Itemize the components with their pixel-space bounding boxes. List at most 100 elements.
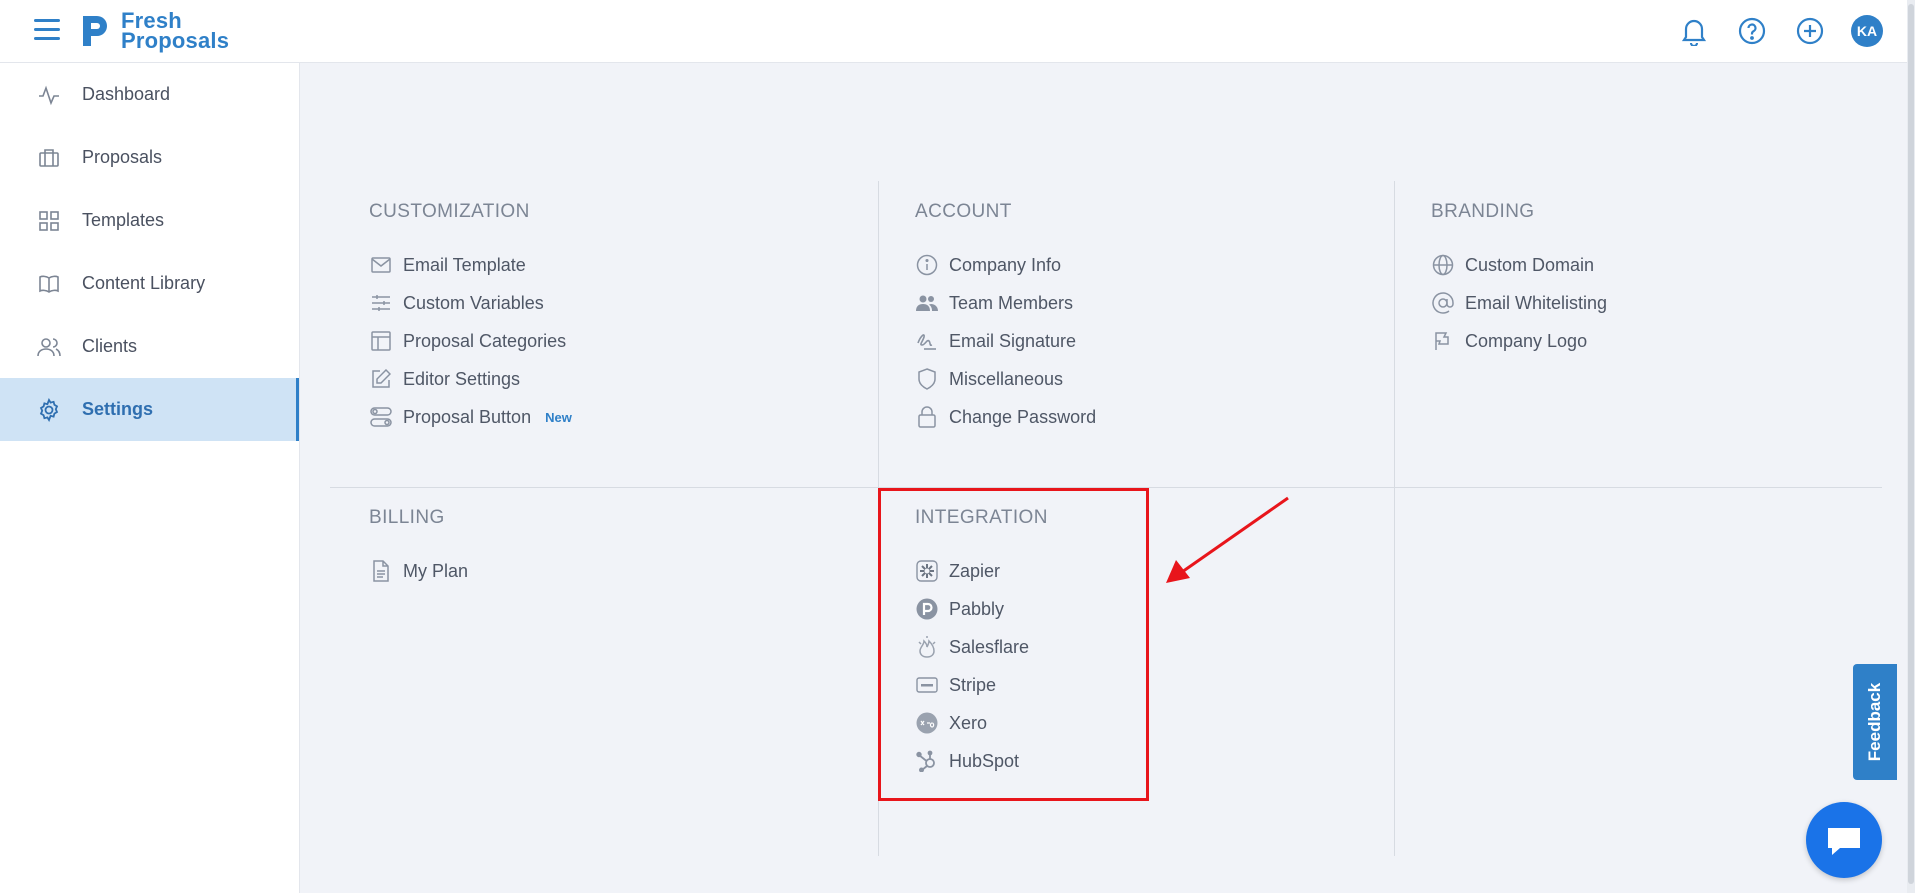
link-label: Pabbly [949,598,1005,619]
sidebar-item-templates[interactable]: Templates [0,189,299,252]
brand-logo[interactable]: Fresh Proposals [79,10,229,52]
brand-line2: Proposals [121,28,230,53]
new-badge: New [545,409,572,425]
divider [878,181,879,856]
link-zapier[interactable]: Zapier [915,552,1155,590]
stripe-icon [915,673,939,697]
sidebar-item-label: Content Library [82,273,206,293]
add-icon[interactable] [1793,14,1827,48]
at-sign-icon [1431,291,1455,315]
link-email-template[interactable]: Email Template [369,246,849,284]
flag-icon [1431,329,1455,353]
link-label: My Plan [403,560,469,581]
briefcase-icon [36,145,62,171]
link-my-plan[interactable]: My Plan [369,552,849,590]
sidebar-item-proposals[interactable]: Proposals [0,126,299,189]
chat-button[interactable] [1806,802,1882,878]
book-icon [36,271,62,297]
link-proposal-categories[interactable]: Proposal Categories [369,322,849,360]
section-title: INTEGRATION [915,507,1048,528]
section-customization: CUSTOMIZATION Email Template Custom Vari… [369,200,849,436]
section-title: CUSTOMIZATION [369,201,530,222]
divider [1394,181,1395,856]
link-label: Zapier [949,560,1001,581]
team-icon [915,291,939,315]
activity-icon [36,82,62,108]
sidebar-item-label: Clients [82,336,138,356]
link-label: Xero [949,712,988,733]
link-label: Proposal Categories [403,330,567,351]
section-billing: BILLING My Plan [369,506,849,590]
link-salesflare[interactable]: Salesflare [915,628,1155,666]
link-label: Miscellaneous [949,368,1064,389]
link-label: Email Signature [949,330,1077,351]
user-avatar[interactable]: KA [1851,15,1883,47]
section-title: BILLING [369,507,445,528]
link-label: Proposal Button [403,406,532,427]
hubspot-icon [915,749,939,773]
divider [330,487,1882,488]
edit-icon [369,367,393,391]
link-miscellaneous[interactable]: Miscellaneous [915,360,1365,398]
document-icon [369,559,393,583]
globe-icon [1431,253,1455,277]
link-editor-settings[interactable]: Editor Settings [369,360,849,398]
sliders-icon [369,291,393,315]
link-label: Email Template [403,254,526,275]
sidebar-item-settings[interactable]: Settings [0,378,299,441]
xero-icon [915,711,939,735]
help-icon[interactable] [1735,14,1769,48]
link-label: Editor Settings [403,368,521,389]
sidebar-item-label: Dashboard [82,84,171,104]
link-xero[interactable]: Xero [915,704,1155,742]
link-label: Company Logo [1465,330,1588,351]
link-stripe[interactable]: Stripe [915,666,1155,704]
sidebar-item-label: Settings [82,399,154,419]
sidebar-item-dashboard[interactable]: Dashboard [0,63,299,126]
link-label: Team Members [949,292,1074,313]
link-pabbly[interactable]: Pabbly [915,590,1155,628]
section-account: ACCOUNT Company Info Team Members Email … [915,200,1365,436]
toggle-icon [369,405,393,429]
link-custom-domain[interactable]: Custom Domain [1431,246,1851,284]
feedback-label: Feedback [1865,682,1884,762]
top-bar: Fresh Proposals KA [0,0,1915,63]
sidebar-item-clients[interactable]: Clients [0,315,299,378]
shield-icon [915,367,939,391]
sidebar-item-label: Proposals [82,147,163,167]
link-label: Custom Domain [1465,254,1595,275]
link-company-logo[interactable]: Company Logo [1431,322,1851,360]
feedback-button[interactable]: Feedback [1853,664,1897,780]
grid-icon [36,208,62,234]
link-label: Stripe [949,674,997,695]
info-icon [915,253,939,277]
link-label: Change Password [949,406,1097,427]
link-email-whitelisting[interactable]: Email Whitelisting [1431,284,1851,322]
settings-main: CUSTOMIZATION Email Template Custom Vari… [300,63,1915,893]
link-label: Salesflare [949,636,1030,657]
link-company-info[interactable]: Company Info [915,246,1365,284]
menu-icon[interactable] [34,19,60,43]
link-change-password[interactable]: Change Password [915,398,1365,436]
salesflare-icon [915,635,939,659]
pabbly-icon [915,597,939,621]
bell-icon[interactable] [1677,14,1711,48]
link-label: HubSpot [949,750,1020,771]
link-email-signature[interactable]: Email Signature [915,322,1365,360]
link-hubspot[interactable]: HubSpot [915,742,1155,780]
sidebar-item-content-library[interactable]: Content Library [0,252,299,315]
section-branding: BRANDING Custom Domain Email Whitelistin… [1431,200,1851,360]
signature-icon [915,329,939,353]
link-team-members[interactable]: Team Members [915,284,1365,322]
sidebar-item-label: Templates [82,210,165,230]
users-icon [36,334,62,360]
link-label: Custom Variables [403,292,544,313]
link-label: Email Whitelisting [1465,292,1608,313]
link-custom-variables[interactable]: Custom Variables [369,284,849,322]
link-proposal-button[interactable]: Proposal Button New [369,398,849,436]
section-title: ACCOUNT [915,201,1012,222]
zapier-icon [915,559,939,583]
section-title: BRANDING [1431,201,1535,222]
logo-mark-icon [83,16,107,46]
link-label: Company Info [949,254,1062,275]
